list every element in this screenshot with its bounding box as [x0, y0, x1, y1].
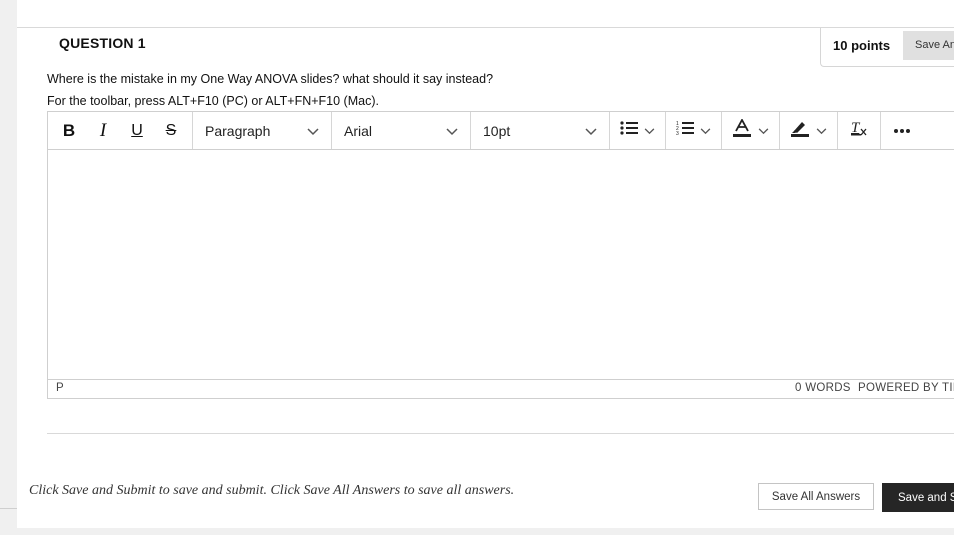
chevron-down-icon	[585, 123, 597, 139]
chevron-down-icon	[446, 123, 458, 139]
bottom-divider	[47, 433, 954, 434]
word-count[interactable]: 0 WORDS	[795, 382, 851, 394]
chevron-down-icon	[700, 122, 711, 140]
question-title: QUESTION 1	[59, 35, 146, 51]
clear-formatting-button[interactable]: T	[838, 112, 881, 149]
numbered-list-button[interactable]: 1 2 3	[666, 112, 722, 149]
chevron-down-icon	[758, 122, 769, 140]
underline-icon: U	[131, 121, 143, 139]
font-size-select[interactable]: 10pt	[471, 112, 610, 149]
chevron-down-icon	[644, 122, 655, 140]
numbered-list-icon: 1 2 3	[676, 120, 694, 141]
bold-button[interactable]: B	[52, 112, 86, 149]
more-group	[881, 112, 923, 149]
bullet-list-icon	[620, 120, 638, 141]
format-group: B I U S	[48, 112, 193, 149]
underline-button[interactable]: U	[120, 112, 154, 149]
points-label: 10 points	[833, 38, 891, 53]
save-answer-button[interactable]: Save Answer	[903, 31, 954, 60]
editor-toolbar: B I U S Paragraph Arial 10pt 1 2 3 T	[48, 112, 954, 150]
more-icon	[893, 128, 911, 134]
svg-text:T: T	[851, 120, 861, 136]
editor-content-area[interactable]	[48, 150, 954, 379]
rich-text-editor: B I U S Paragraph Arial 10pt 1 2 3 T P 0…	[47, 111, 954, 399]
clear-formatting-icon: T	[850, 119, 868, 142]
strikethrough-icon: S	[165, 121, 177, 139]
font-size-value: 10pt	[483, 122, 511, 139]
footer-instructions: Click Save and Submit to save and submit…	[29, 483, 515, 498]
chevron-down-icon	[307, 123, 319, 139]
save-and-submit-button[interactable]: Save and Submit	[882, 483, 954, 512]
save-all-answers-button[interactable]: Save All Answers	[758, 483, 874, 510]
element-path[interactable]: P	[56, 382, 64, 394]
toolbar-hint: For the toolbar, press ALT+F10 (PC) or A…	[47, 94, 379, 108]
italic-icon: I	[99, 119, 107, 141]
svg-text:3: 3	[676, 131, 679, 136]
block-format-value: Paragraph	[205, 122, 271, 139]
text-color-icon	[732, 118, 752, 142]
font-family-select[interactable]: Arial	[332, 112, 471, 149]
more-button[interactable]	[893, 112, 911, 149]
left-edge-divider	[0, 508, 17, 509]
editor-statusbar: P 0 WORDS POWERED BY TINY	[48, 379, 954, 398]
highlight-icon	[790, 119, 810, 142]
powered-by-link[interactable]: POWERED BY TINY	[858, 382, 954, 394]
question-text: Where is the mistake in my One Way ANOVA…	[47, 72, 494, 86]
font-family-value: Arial	[344, 122, 373, 139]
points-box: 10 points Save Answer	[820, 28, 954, 67]
text-color-button[interactable]	[722, 112, 780, 149]
block-format-select[interactable]: Paragraph	[193, 112, 332, 149]
italic-button[interactable]: I	[86, 112, 120, 149]
bold-icon: B	[62, 120, 76, 140]
strikethrough-button[interactable]: S	[154, 112, 188, 149]
highlight-color-button[interactable]	[780, 112, 838, 149]
chevron-down-icon	[816, 122, 827, 140]
assessment-page: QUESTION 1 10 points Save Answer Where i…	[17, 0, 954, 528]
top-divider	[17, 27, 954, 28]
bullet-list-button[interactable]	[610, 112, 666, 149]
